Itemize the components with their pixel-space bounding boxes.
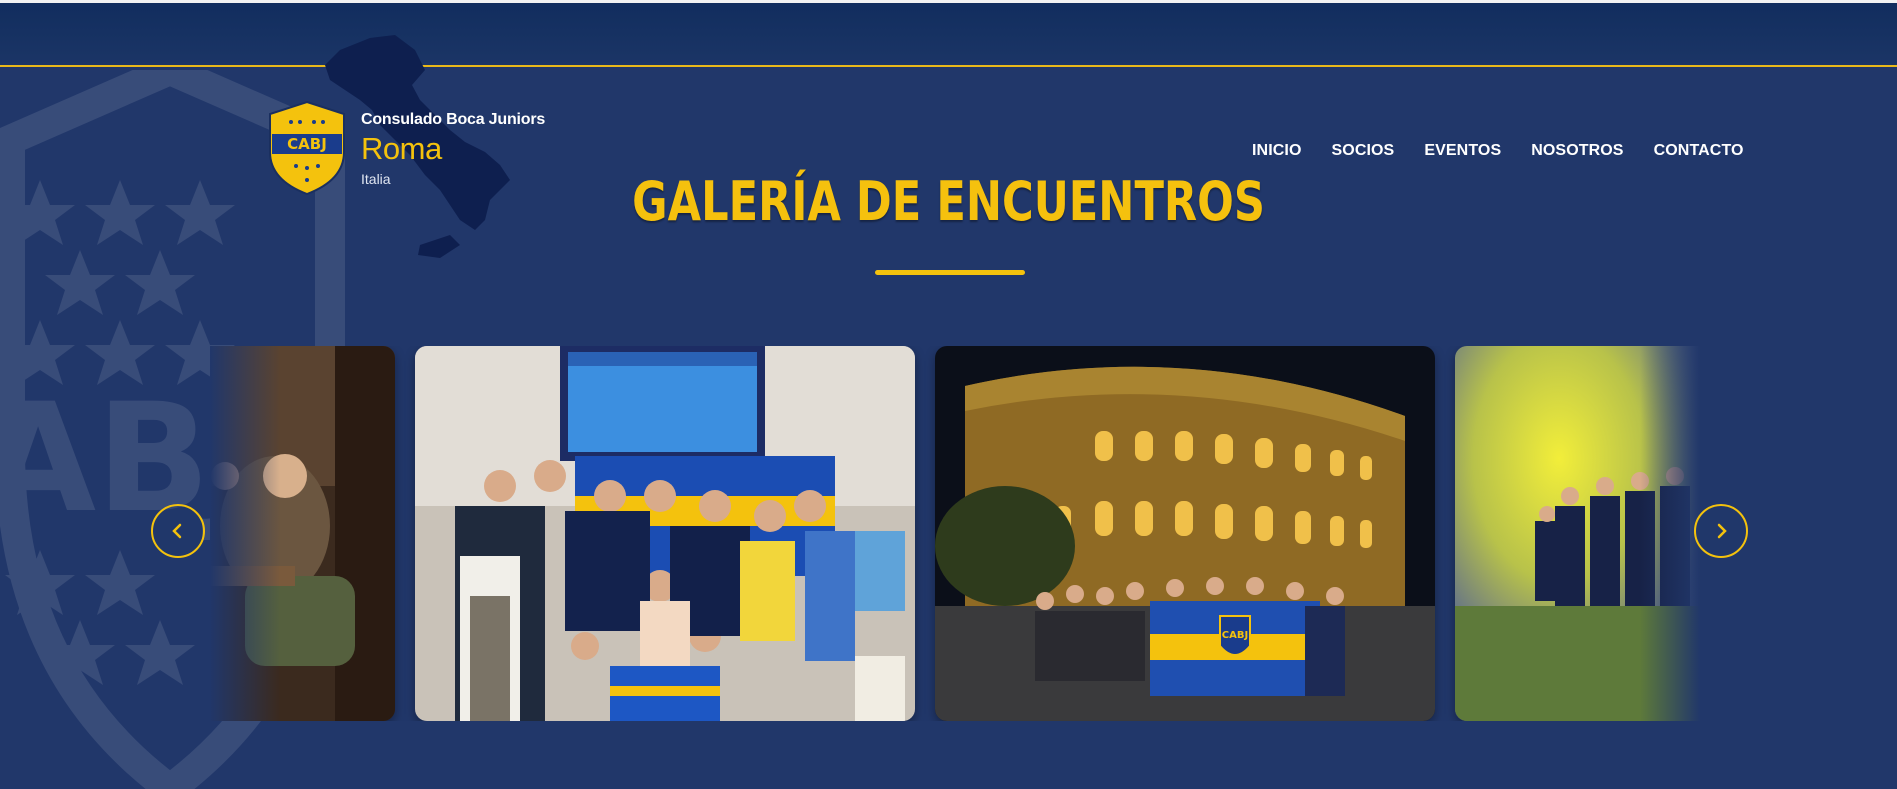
slide-group-photo[interactable]	[415, 346, 915, 721]
top-bar	[0, 0, 1897, 67]
smoke-photo-image	[1455, 346, 1700, 721]
brand-name: Consulado Boca Juniors	[361, 111, 546, 128]
slide-colosseum-photo[interactable]: CABJ	[935, 346, 1435, 721]
gallery-carousel: CABJ	[210, 346, 1700, 721]
title-underline	[875, 270, 1025, 275]
brand-city: Roma	[361, 131, 442, 166]
slide-smoke-photo[interactable]	[1455, 346, 1700, 721]
colosseum-photo-image: CABJ	[935, 346, 1435, 721]
top-strip	[0, 0, 1897, 3]
nav-item-nosotros[interactable]: NOSOTROS	[1531, 142, 1623, 160]
nav-item-inicio[interactable]: INICIO	[1252, 142, 1302, 160]
nav-item-eventos[interactable]: EVENTOS	[1424, 142, 1501, 160]
svg-text:CABJ: CABJ	[1222, 630, 1248, 641]
carousel-prev-button[interactable]	[151, 504, 205, 558]
slide-bar-photo[interactable]	[210, 346, 395, 721]
nav-item-contacto[interactable]: CONTACTO	[1654, 142, 1744, 160]
svg-text:CABJ: CABJ	[287, 135, 327, 153]
gallery-title: GALERÍA DE ENCUENTROS	[632, 170, 1266, 233]
bar-photo-image	[210, 346, 395, 721]
main-nav: INICIO SOCIOS EVENTOS NOSOTROS CONTACTO	[1252, 142, 1744, 160]
chevron-right-icon	[1717, 523, 1727, 539]
group-photo-image	[415, 346, 915, 721]
chevron-left-icon	[172, 523, 182, 539]
nav-item-socios[interactable]: SOCIOS	[1332, 142, 1395, 160]
carousel-next-button[interactable]	[1694, 504, 1748, 558]
